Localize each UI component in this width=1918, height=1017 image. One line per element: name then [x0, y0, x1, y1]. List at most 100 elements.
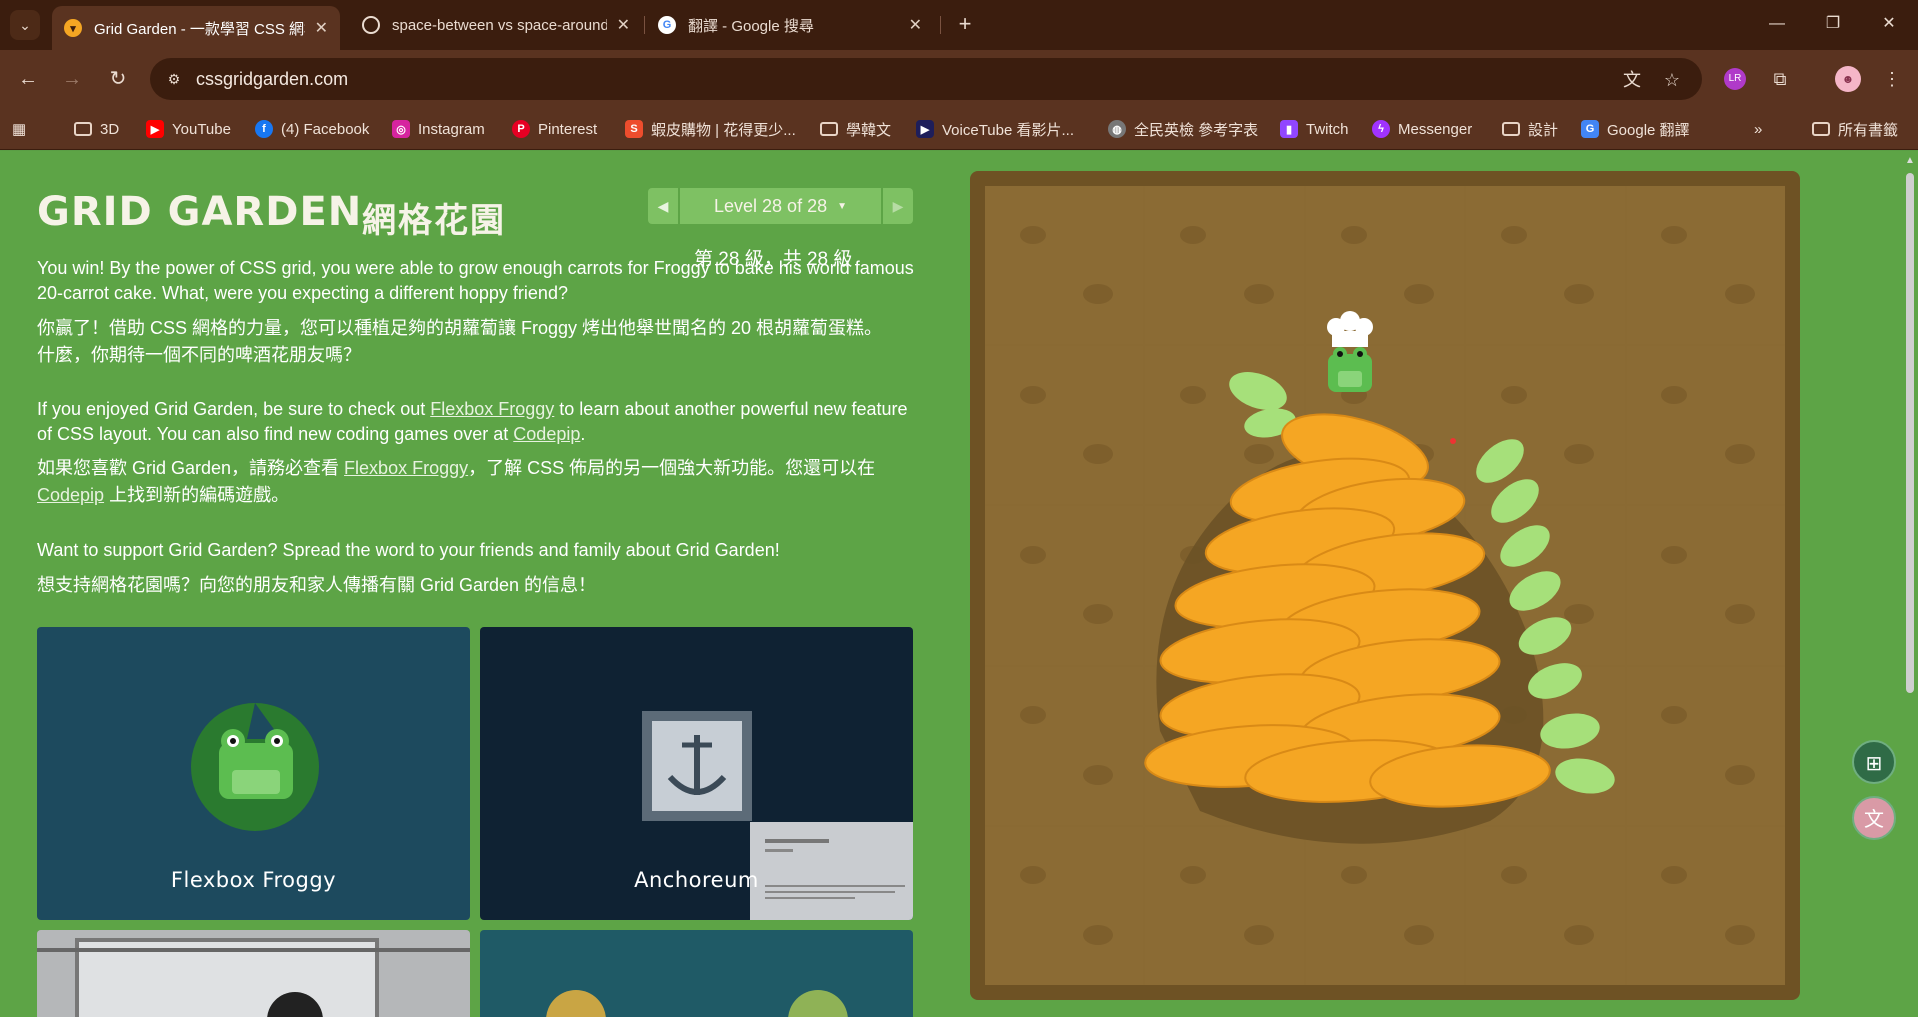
pinterest-icon: P — [512, 120, 530, 138]
folder-icon — [1502, 122, 1520, 136]
flexbox-froggy-card[interactable]: Flexbox Froggy — [37, 627, 470, 920]
avatar-icon: ☻ — [1835, 66, 1861, 92]
reload-icon[interactable]: ↻ — [102, 63, 134, 95]
bookmark-design[interactable]: 設計 — [1502, 118, 1558, 140]
bookmark-label: Messenger — [1398, 120, 1473, 138]
all-bookmarks[interactable]: 所有書籤 — [1812, 118, 1898, 140]
garden-board — [970, 171, 1800, 1000]
enjoy-text: If you enjoyed Grid Garden, be sure to c… — [37, 399, 431, 419]
bookmark-facebook[interactable]: f (4) Facebook — [255, 118, 369, 140]
bookmark-label: 學韓文 — [846, 121, 892, 139]
tab-space-between[interactable]: space-between vs space-around ✕ — [350, 6, 642, 44]
bookmark-pinterest[interactable]: P Pinterest — [512, 118, 597, 140]
close-icon[interactable]: ✕ — [909, 15, 922, 35]
back-icon[interactable]: ← — [12, 63, 44, 95]
win-translation-line-1: 你贏了！借助 CSS 網格的力量，您可以種植足夠的胡蘿蔔讓 Froggy 烤出他… — [37, 318, 883, 338]
codepip-link[interactable]: Codepip — [513, 424, 580, 444]
shopee-icon: S — [625, 120, 643, 138]
level-label: Level 28 of 28 — [714, 195, 828, 216]
extension-badge-label: LR — [1724, 68, 1746, 90]
forward-icon[interactable]: → — [56, 63, 88, 95]
site-info-icon[interactable]: ⚙ — [162, 67, 186, 91]
new-tab-button[interactable]: + — [950, 10, 980, 40]
flexbox-froggy-link-translation[interactable]: Flexbox Froggy — [344, 458, 468, 478]
bookmark-label: 設計 — [1528, 121, 1559, 139]
scrollbar-thumb[interactable] — [1906, 173, 1914, 693]
game-logo[interactable]: GRID GARDEN — [37, 189, 362, 235]
game-card-partial[interactable] — [480, 930, 913, 1017]
tab-title: space-between vs space-around — [392, 16, 607, 34]
extension-profile-badge[interactable]: LR — [1719, 63, 1751, 95]
browser-toolbar: ← → ↻ ⚙ cssgridgarden.com 文 ☆ LR ⧉ ☻ ⋮ — [0, 50, 1918, 108]
enjoy-message: If you enjoyed Grid Garden, be sure to c… — [37, 397, 917, 447]
folder-icon — [74, 122, 92, 136]
next-level-button[interactable]: ▶ — [883, 188, 913, 224]
translator-widget-icon[interactable]: 文 — [1852, 796, 1896, 840]
tab-grid-garden[interactable]: ▾ Grid Garden - 一款學習 CSS 網格的遊戲 ✕ — [52, 6, 340, 50]
codepip-link-translation[interactable]: Codepip — [37, 485, 104, 505]
level-selector: ◀ Level 28 of 28 ▼ ▶ — [648, 188, 913, 224]
card-title: Flexbox Froggy — [170, 868, 337, 892]
tab-separator — [644, 16, 645, 34]
bookmark-korean[interactable]: 學韓文 — [820, 118, 891, 140]
more-bookmarks-icon[interactable]: » — [1754, 118, 1762, 140]
bookmark-youtube[interactable]: ▶ YouTube — [146, 118, 231, 140]
tab-separator — [940, 16, 941, 34]
bookmark-label: VoiceTube 看影片... — [942, 121, 1074, 139]
room-illustration — [37, 930, 470, 1017]
folder-icon — [820, 122, 838, 136]
carrot-pile-illustration — [1144, 311, 1615, 844]
bookmark-label: (4) Facebook — [281, 120, 370, 138]
win-message: You win! By the power of CSS grid, you w… — [37, 258, 914, 303]
game-card-partial[interactable] — [37, 930, 470, 1017]
enjoy-translation-text: ，了解 CSS 佈局的另一個強大新功能。您還可以在 — [468, 458, 876, 478]
bookmark-shopee[interactable]: S 蝦皮購物 | 花得更少... — [625, 118, 796, 140]
tab-bar: ⌄ ▾ Grid Garden - 一款學習 CSS 網格的遊戲 ✕ space… — [0, 0, 1918, 50]
flexbox-froggy-link[interactable]: Flexbox Froggy — [430, 399, 554, 419]
bookmark-label: 全民英檢 參考字表 — [1134, 121, 1259, 139]
coins-illustration — [546, 990, 848, 1017]
close-window-icon[interactable]: ✕ — [1866, 8, 1912, 40]
apps-icon[interactable]: ▦ — [12, 118, 26, 140]
address-bar[interactable]: ⚙ cssgridgarden.com 文 ☆ — [150, 58, 1702, 100]
caret-down-icon: ▼ — [837, 200, 847, 212]
bookmark-google-translate[interactable]: G Google 翻譯 — [1581, 118, 1690, 140]
bookmark-twitch[interactable]: ▮ Twitch — [1280, 118, 1349, 140]
url-text[interactable]: cssgridgarden.com — [196, 69, 348, 90]
scroll-up-icon[interactable]: ▲ — [1905, 155, 1915, 166]
profile-avatar[interactable]: ☻ — [1832, 63, 1864, 95]
bookmark-label: 3D — [100, 120, 120, 138]
bookmark-label: 蝦皮購物 | 花得更少... — [651, 121, 796, 139]
google-translate-icon: G — [1581, 120, 1599, 138]
minimize-icon[interactable]: — — [1754, 8, 1800, 40]
page-scrollbar[interactable]: ▲ — [1902, 151, 1918, 1017]
anchoreum-card[interactable]: Anchoreum — [480, 627, 913, 920]
bookmark-3d[interactable]: 3D — [74, 118, 119, 140]
tab-title: 翻譯 - Google 搜尋 — [688, 17, 814, 35]
restore-icon[interactable]: ❐ — [1810, 8, 1856, 40]
close-icon[interactable]: ✕ — [617, 15, 630, 35]
carrot-icon: ▾ — [64, 19, 82, 37]
qr-widget-icon[interactable]: ⊞ — [1852, 740, 1896, 784]
level-indicator[interactable]: Level 28 of 28 ▼ — [680, 188, 881, 224]
bookmark-star-icon[interactable]: ☆ — [1660, 68, 1684, 92]
openai-icon — [362, 16, 380, 34]
twitch-icon: ▮ — [1280, 120, 1298, 138]
extensions-icon[interactable]: ⧉ — [1764, 63, 1796, 95]
close-icon[interactable]: ✕ — [315, 18, 328, 38]
win-translation-line-2: 什麼，你期待一個不同的啤酒花朋友嗎？ — [37, 345, 361, 365]
menu-icon[interactable]: ⋮ — [1876, 63, 1908, 95]
bookmark-messenger[interactable]: ϟ Messenger — [1372, 118, 1472, 140]
tab-google-translate-search[interactable]: G 翻譯 - Google 搜尋 ✕ — [646, 6, 934, 44]
previous-level-button[interactable]: ◀ — [648, 188, 678, 224]
bookmark-instagram[interactable]: ◎ Instagram — [392, 118, 485, 140]
bookmark-gept[interactable]: ◍ 全民英檢 參考字表 — [1108, 118, 1258, 140]
bookmark-label: YouTube — [172, 120, 231, 138]
enjoy-translation-text: 上找到新的編碼遊戲。 — [104, 485, 290, 505]
bookmark-voicetube[interactable]: ▶ VoiceTube 看影片... — [916, 118, 1074, 140]
card-title: Anchoreum — [634, 868, 759, 892]
translate-icon[interactable]: 文 — [1620, 68, 1644, 92]
tab-search-button[interactable]: ⌄ — [10, 10, 40, 40]
bookmark-label: Pinterest — [538, 120, 598, 138]
support-message: Want to support Grid Garden? Spread the … — [37, 540, 780, 560]
